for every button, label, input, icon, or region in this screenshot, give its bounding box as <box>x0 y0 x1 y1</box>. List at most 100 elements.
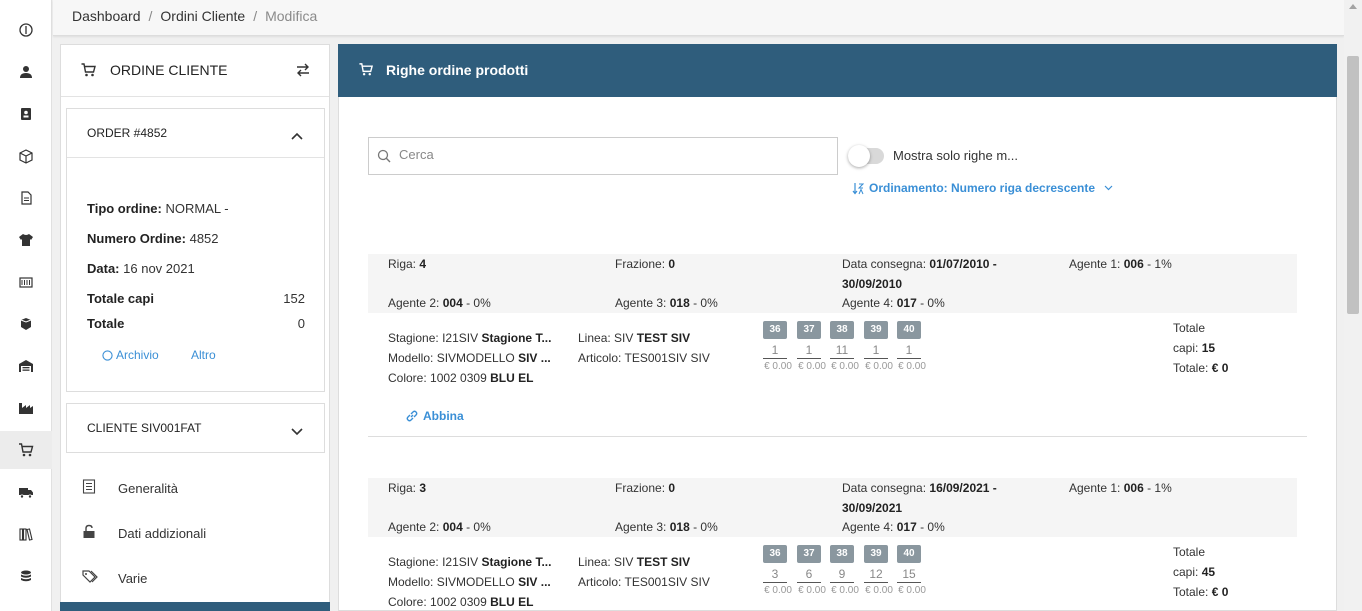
size-column[interactable]: 37 1 <box>797 321 821 359</box>
factory-icon[interactable] <box>0 389 52 427</box>
tags-icon <box>82 569 100 587</box>
search-box[interactable] <box>368 137 838 175</box>
menu-item-dati-addizionali[interactable]: Dati addizionali <box>61 511 329 555</box>
document-icon[interactable] <box>0 179 52 217</box>
line-total-amount: Totale: € 0 <box>1173 361 1229 375</box>
tshirt-icon[interactable] <box>0 221 52 259</box>
chevron-down-icon[interactable] <box>291 424 303 439</box>
total-amount-label: Totale <box>87 316 125 331</box>
size-quantity[interactable]: 9 <box>830 565 854 583</box>
size-quantity[interactable]: 1 <box>797 341 821 359</box>
swap-icon[interactable] <box>295 62 311 81</box>
order-line-header: Riga: 4 Frazione: 0 Data consegna: 01/07… <box>368 254 1297 313</box>
breadcrumb-dashboard[interactable]: Dashboard <box>72 8 141 24</box>
size-column[interactable]: 36 3 <box>763 545 787 583</box>
order-number-line: Numero Ordine: 4852 <box>87 231 219 246</box>
size-price: € 0.00 <box>831 585 859 596</box>
agent-4: Agente 4: 017 - 0% <box>842 296 945 310</box>
scrollbar-thumb[interactable] <box>1347 56 1359 314</box>
agent-1: Agente 1: 006 - 1% <box>1069 481 1172 495</box>
search-input[interactable] <box>399 147 819 162</box>
order-number-title: ORDER #4852 <box>87 126 168 140</box>
size-label: 36 <box>763 545 787 563</box>
size-quantity[interactable]: 6 <box>797 565 821 583</box>
circle-icon <box>102 349 113 361</box>
contacts-icon[interactable] <box>0 95 52 133</box>
row-divider <box>368 436 1307 437</box>
size-quantity[interactable]: 15 <box>897 565 921 583</box>
barcode-icon[interactable] <box>0 263 52 301</box>
search-icon <box>377 149 391 166</box>
size-label: 36 <box>763 321 787 339</box>
size-column[interactable]: 40 15 <box>897 545 921 583</box>
agent-3: Agente 3: 018 - 0% <box>615 520 718 534</box>
user-icon[interactable] <box>0 53 52 91</box>
coins-icon[interactable] <box>0 557 52 595</box>
order-date-value: 16 nov 2021 <box>123 261 195 276</box>
size-quantity[interactable]: 1 <box>897 341 921 359</box>
size-column[interactable]: 39 12 <box>864 545 888 583</box>
vertical-scrollbar[interactable] <box>1344 0 1362 611</box>
order-type-label: Tipo ordine: <box>87 201 162 216</box>
product-line: Linea: SIV TEST SIV <box>578 331 691 345</box>
menu-item-generalita[interactable]: Generalità <box>61 466 329 510</box>
season: Stagione: I21SIV Stagione T... <box>388 331 552 345</box>
cliente-card[interactable]: CLIENTE SIV001FAT <box>66 403 325 453</box>
size-quantity[interactable]: 12 <box>864 565 888 583</box>
size-price: € 0.00 <box>898 585 926 596</box>
order-number-label: Numero Ordine: <box>87 231 186 246</box>
line-number: Riga: 4 <box>388 257 427 271</box>
menu-item-label: Dati addizionali <box>118 526 207 541</box>
info-icon[interactable] <box>0 11 52 49</box>
lock-open-icon <box>82 524 96 542</box>
scroll-up-arrow-icon[interactable] <box>1349 4 1357 9</box>
size-quantity[interactable]: 11 <box>830 341 854 359</box>
agent-3: Agente 3: 018 - 0% <box>615 296 718 310</box>
size-label: 40 <box>897 321 921 339</box>
line-total-label: Totale <box>1173 321 1206 335</box>
archivio-button[interactable]: Archivio <box>102 348 159 362</box>
menu-item-varie[interactable]: Varie <box>61 556 329 600</box>
cart-icon[interactable] <box>0 431 52 469</box>
cliente-title: CLIENTE SIV001FAT <box>87 421 202 435</box>
size-quantity[interactable]: 1 <box>864 341 888 359</box>
size-column[interactable]: 39 1 <box>864 321 888 359</box>
abbina-button[interactable]: Abbina <box>405 409 464 423</box>
order-summary-card: ORDER #4852 Tipo ordine: NORMAL - Numero… <box>66 108 325 392</box>
size-quantity[interactable]: 1 <box>763 341 787 359</box>
size-column[interactable]: 36 1 <box>763 321 787 359</box>
size-price: € 0.00 <box>831 361 859 372</box>
order-line-header: Riga: 3 Frazione: 0 Data consegna: 16/09… <box>368 478 1297 537</box>
box-icon[interactable] <box>0 137 52 175</box>
size-quantity[interactable]: 3 <box>763 565 787 583</box>
order-card-header[interactable]: ORDER #4852 <box>67 109 324 158</box>
breadcrumb-ordini-cliente[interactable]: Ordini Cliente <box>160 8 245 24</box>
size-column[interactable]: 38 9 <box>830 545 854 583</box>
active-menu-item-bar[interactable] <box>60 602 330 611</box>
cubes-icon[interactable] <box>0 305 52 343</box>
size-column[interactable]: 40 1 <box>897 321 921 359</box>
agent-1: Agente 1: 006 - 1% <box>1069 257 1172 271</box>
sort-dropdown[interactable]: Ordinamento: Numero riga decrescente <box>852 181 1113 195</box>
altro-button[interactable]: Altro <box>191 348 216 362</box>
size-price: € 0.00 <box>898 361 926 372</box>
order-lines-title: Righe ordine prodotti <box>386 62 529 78</box>
order-number-value: 4852 <box>189 231 219 246</box>
size-price: € 0.00 <box>764 361 792 372</box>
show-only-toggle[interactable] <box>848 145 884 167</box>
delivery-date: Data consegna: 01/07/2010 -30/09/2010 <box>842 257 997 291</box>
warehouse-icon[interactable] <box>0 347 52 385</box>
size-column[interactable]: 38 11 <box>830 321 854 359</box>
order-type-line: Tipo ordine: NORMAL - <box>87 201 229 216</box>
line-total-pieces: capi: 15 <box>1173 341 1216 355</box>
truck-icon[interactable] <box>0 473 52 511</box>
chevron-down-icon <box>1104 185 1113 191</box>
size-label: 38 <box>830 321 854 339</box>
chevron-up-icon[interactable] <box>291 128 303 143</box>
size-column[interactable]: 37 6 <box>797 545 821 583</box>
line-total-pieces: capi: 45 <box>1173 565 1216 579</box>
side-panel-title: ORDINE CLIENTE <box>110 62 228 78</box>
size-label: 38 <box>830 545 854 563</box>
books-icon[interactable] <box>0 515 52 553</box>
size-price: € 0.00 <box>798 585 826 596</box>
